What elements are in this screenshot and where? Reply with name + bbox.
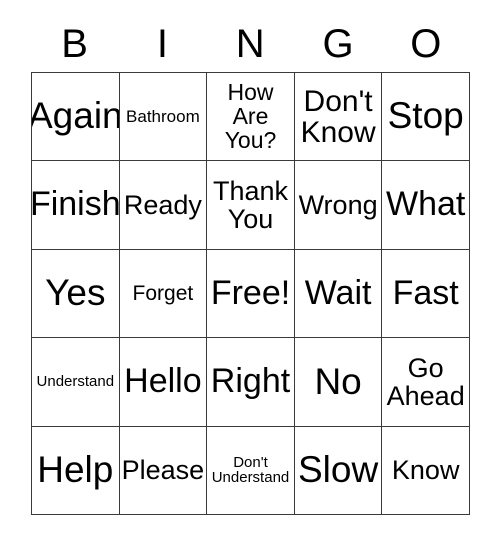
bingo-cell[interactable]: Forget (119, 249, 208, 339)
bingo-cell[interactable]: Hello (119, 338, 208, 427)
bingo-cell-label: Free! (210, 273, 291, 312)
bingo-cell[interactable]: Right (207, 338, 295, 427)
bingo-cell[interactable]: Thank You (207, 161, 295, 250)
bingo-header-letter-0: B (61, 22, 89, 66)
bingo-cell-label: Ready (123, 190, 202, 221)
bingo-cell[interactable]: Yes (32, 249, 120, 339)
bingo-cell-label: Forget (132, 281, 194, 305)
bingo-cell[interactable]: Please (119, 426, 208, 515)
bingo-cell[interactable]: Don't Understand (207, 426, 295, 515)
bingo-cell[interactable]: Ready (119, 161, 208, 250)
bingo-cell[interactable]: Stop (382, 73, 470, 162)
bingo-cell-label: Again (32, 95, 120, 137)
bingo-cell-label: Yes (45, 272, 106, 314)
bingo-cell[interactable]: How Are You? (207, 73, 295, 162)
bingo-header-letter-3: G (322, 22, 355, 66)
bingo-cell[interactable]: Fast (382, 249, 470, 339)
bingo-cell[interactable]: Know (382, 426, 470, 515)
bingo-cell-label: Help (37, 449, 114, 491)
bingo-cell-label: Slow (297, 449, 379, 491)
bingo-cell[interactable]: Go Ahead (382, 338, 470, 427)
bingo-cell[interactable]: Don't Know (294, 73, 383, 162)
bingo-cell-label: Finish (32, 185, 120, 224)
bingo-cell-label: Fast (392, 273, 459, 312)
bingo-cell-label: Wait (304, 273, 372, 312)
bingo-cell[interactable]: Again (32, 73, 120, 162)
bingo-cell[interactable]: Finish (32, 161, 120, 250)
bingo-cell-label: Don't Know (300, 84, 376, 149)
bingo-cell[interactable]: Free! (207, 249, 295, 339)
bingo-cell-label: Thank You (212, 176, 289, 235)
bingo-cell-label: Stop (387, 95, 464, 137)
bingo-header-letter-1: I (156, 22, 169, 66)
bingo-cell-label: Understand (36, 373, 115, 391)
bingo-card: B I N G O Again Bathroom How Are You? Don't Kno… (0, 0, 500, 544)
bingo-cell[interactable]: What (382, 161, 470, 250)
bingo-cell-label: Know (391, 455, 460, 486)
bingo-header-letter-4: O (410, 22, 442, 66)
bingo-cell[interactable]: Understand (32, 338, 120, 427)
bingo-cell-label: Please (121, 455, 205, 486)
bingo-cell[interactable]: Bathroom (119, 73, 208, 162)
bingo-cell-label: Wrong (298, 190, 378, 221)
bingo-grid: Again Bathroom How Are You? Don't Know Stop F… (31, 72, 470, 515)
bingo-cell-label: What (386, 185, 466, 224)
bingo-cell-label: Go Ahead (386, 352, 465, 411)
bingo-header: BINGO (31, 16, 470, 72)
bingo-cell[interactable]: Help (32, 426, 120, 515)
bingo-cell[interactable]: Wait (294, 249, 383, 339)
bingo-header-letter-2: N (235, 22, 266, 66)
bingo-cell-label: Bathroom (126, 106, 200, 126)
bingo-cell-label: How Are You? (224, 78, 277, 153)
bingo-cell[interactable]: No (294, 338, 383, 427)
bingo-cell[interactable]: Wrong (294, 161, 383, 250)
bingo-cell-label: No (314, 360, 362, 402)
bingo-cell-label: Hello (124, 362, 202, 401)
bingo-cell-label: Right (210, 362, 291, 401)
bingo-cell-label: Don't Understand (211, 453, 290, 487)
bingo-cell[interactable]: Slow (294, 426, 383, 515)
